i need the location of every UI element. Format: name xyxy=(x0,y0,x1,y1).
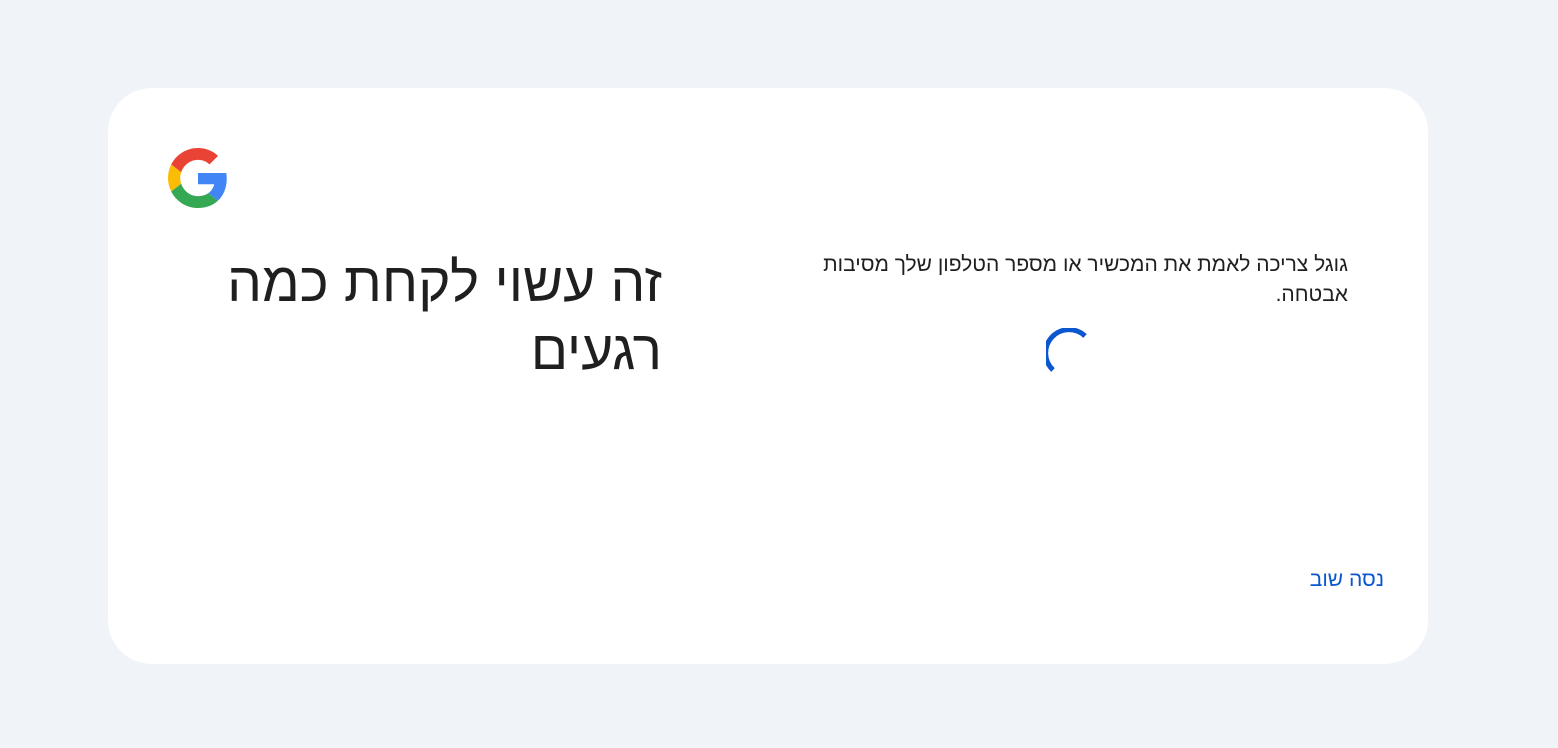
page-title: זה עשוי לקחת כמה רגעים xyxy=(227,251,662,381)
google-g-icon xyxy=(168,148,228,208)
verification-card: זה עשוי לקחת כמה רגעים גוגל צריכה לאמת א… xyxy=(108,88,1428,664)
verification-message: גוגל צריכה לאמת את המכשיר או מספר הטלפון… xyxy=(823,253,1348,306)
spinner-icon xyxy=(1046,328,1094,376)
retry-button[interactable]: נסה שוב xyxy=(1280,562,1384,598)
